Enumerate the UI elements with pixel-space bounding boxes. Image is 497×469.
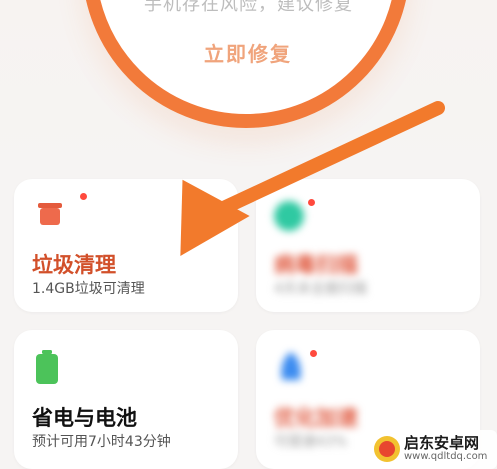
- annotation-arrow: [180, 101, 445, 256]
- watermark-title: 启东安卓网: [404, 434, 480, 452]
- watermark-url: www.qdltdq.com: [404, 451, 488, 462]
- site-watermark: 启东安卓网 www.qdltdq.com: [370, 430, 497, 469]
- watermark-logo-icon: [374, 436, 400, 462]
